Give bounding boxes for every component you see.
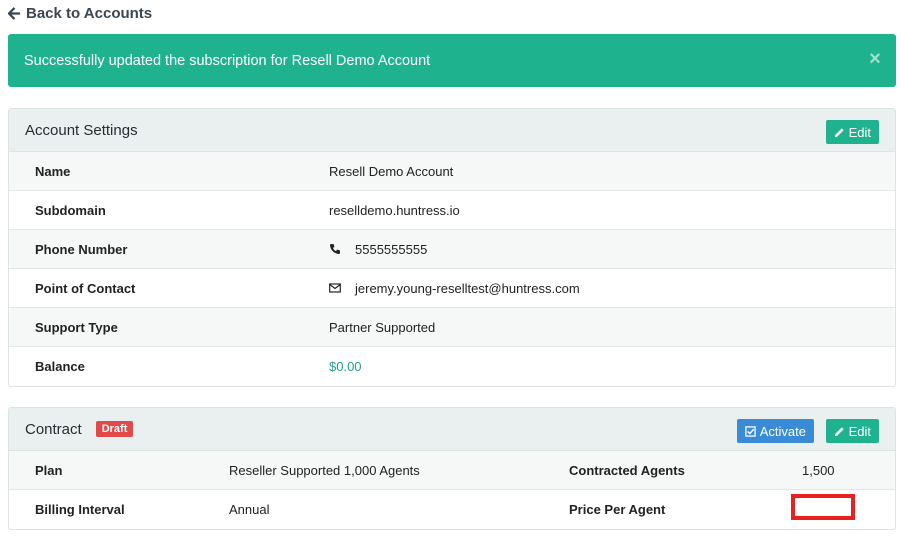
row-value: Reseller Supported 1,000 Agents bbox=[229, 462, 420, 478]
account-settings-panel: Account Settings Edit Name Resell Demo A… bbox=[8, 108, 896, 387]
contract-header: Contract Draft Activate Edit bbox=[9, 408, 895, 451]
row-value: Annual bbox=[229, 502, 270, 517]
contract-row-plan: Plan Reseller Supported 1,000 Agents Con… bbox=[9, 451, 895, 490]
row-label: Phone Number bbox=[35, 241, 128, 257]
contract-panel: Contract Draft Activate Edit Plan Resell… bbox=[8, 407, 896, 530]
redaction-box bbox=[791, 494, 855, 520]
back-to-accounts-link[interactable]: Back to Accounts bbox=[8, 5, 152, 22]
arrow-left-icon bbox=[8, 7, 21, 20]
account-row-name: Name Resell Demo Account bbox=[9, 152, 895, 191]
close-icon[interactable]: × bbox=[868, 49, 882, 69]
panel-title: Contract bbox=[25, 420, 82, 438]
row-label: Plan bbox=[35, 462, 63, 478]
edit-label: Edit bbox=[848, 124, 871, 140]
status-badge: Draft bbox=[95, 421, 134, 437]
row-label: Billing Interval bbox=[35, 502, 125, 517]
edit-label: Edit bbox=[848, 423, 871, 439]
row-label: Support Type bbox=[35, 319, 118, 335]
pencil-icon bbox=[834, 127, 844, 137]
account-row-balance: Balance $0.00 bbox=[9, 347, 895, 386]
phone-icon bbox=[330, 244, 340, 254]
edit-contract-button[interactable]: Edit bbox=[825, 419, 879, 443]
check-square-icon bbox=[745, 425, 756, 437]
row-label-2: Contracted Agents bbox=[569, 462, 685, 478]
account-settings-header: Account Settings Edit bbox=[9, 109, 895, 152]
row-value-2: 1,500 bbox=[802, 462, 835, 478]
panel-title: Account Settings bbox=[25, 121, 138, 139]
row-value: Partner Supported bbox=[329, 319, 436, 335]
alert-message: Successfully updated the subscription fo… bbox=[24, 52, 431, 69]
account-row-support: Support Type Partner Supported bbox=[9, 308, 895, 347]
account-row-contact: Point of Contact jeremy.young-reselltest… bbox=[9, 269, 895, 308]
row-value: 5555555555 bbox=[329, 242, 427, 257]
edit-account-button[interactable]: Edit bbox=[825, 120, 879, 144]
row-value: Resell Demo Account bbox=[329, 163, 454, 179]
account-row-phone: Phone Number 5555555555 bbox=[9, 230, 895, 269]
contract-row-billing: Billing Interval Annual Price Per Agent bbox=[9, 490, 895, 529]
activate-button[interactable]: Activate bbox=[736, 419, 814, 443]
success-alert: Successfully updated the subscription fo… bbox=[8, 34, 896, 87]
balance-value: $0.00 bbox=[329, 359, 362, 374]
row-label: Name bbox=[35, 163, 71, 179]
activate-label: Activate bbox=[759, 423, 806, 439]
phone-number: 5555555555 bbox=[355, 241, 428, 257]
pencil-icon bbox=[834, 426, 844, 436]
row-label: Balance bbox=[35, 359, 85, 374]
row-label: Subdomain bbox=[35, 202, 106, 218]
row-label: Point of Contact bbox=[35, 280, 136, 296]
contact-email[interactable]: jeremy.young-reselltest@huntress.com bbox=[355, 281, 580, 296]
row-label-2: Price Per Agent bbox=[569, 502, 666, 517]
account-row-subdomain: Subdomain reselldemo.huntress.io bbox=[9, 191, 895, 230]
row-value: jeremy.young-reselltest@huntress.com bbox=[329, 281, 580, 296]
envelope-icon bbox=[329, 283, 341, 293]
row-value: reselldemo.huntress.io bbox=[329, 202, 460, 218]
back-link-label: Back to Accounts bbox=[26, 5, 153, 22]
